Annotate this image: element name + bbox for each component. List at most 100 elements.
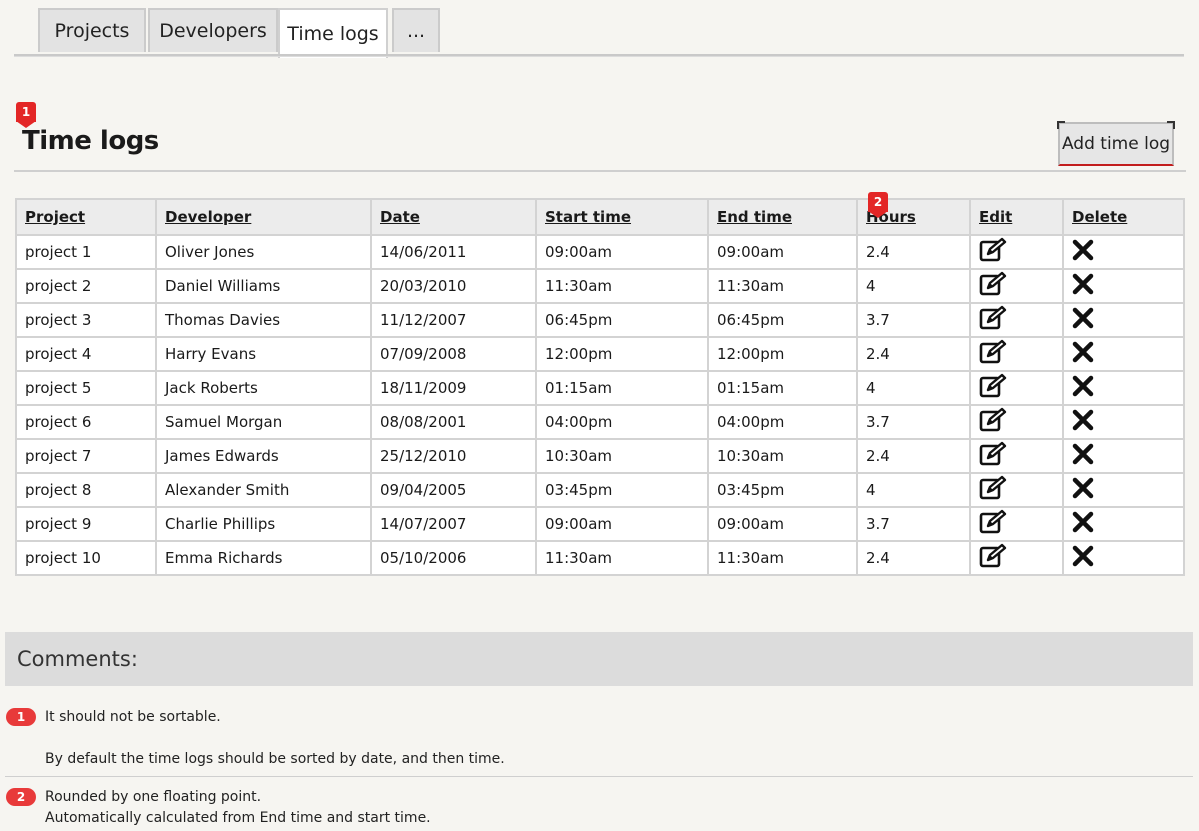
project-cell: project 9: [15, 506, 157, 542]
note-1-line-2: By default the time logs should be sorte…: [45, 751, 505, 767]
date-cell: 07/09/2008: [370, 336, 537, 372]
column-header-project[interactable]: Project: [15, 198, 157, 236]
edit-icon[interactable]: [979, 407, 1007, 433]
annotation-marker-2: 2: [868, 192, 888, 218]
close-icon[interactable]: [1072, 443, 1094, 465]
end-time-cell: 11:30am: [707, 268, 858, 304]
close-icon[interactable]: [1072, 375, 1094, 397]
close-icon[interactable]: [1072, 307, 1094, 329]
table-header-row: Project Developer Date Start time End ti…: [15, 198, 1185, 236]
start-time-cell: 01:15am: [535, 370, 709, 406]
project-cell: project 1: [15, 234, 157, 270]
close-icon[interactable]: [1072, 273, 1094, 295]
tab-developers[interactable]: Developers: [148, 8, 278, 52]
tab-bar: Projects Developers Time logs ...: [14, 8, 1184, 58]
heading-divider: [14, 170, 1186, 172]
note-divider: [5, 776, 1193, 777]
edit-icon[interactable]: [979, 373, 1007, 399]
hours-cell: 2.4: [856, 234, 971, 270]
project-cell: project 2: [15, 268, 157, 304]
end-time-cell: 09:00am: [707, 234, 858, 270]
close-icon[interactable]: [1072, 545, 1094, 567]
table-row: project 3 Thomas Davies 11/12/2007 06:45pm 0…: [15, 302, 1185, 338]
start-time-cell: 04:00pm: [535, 404, 709, 440]
close-icon[interactable]: [1072, 511, 1094, 533]
hours-cell: 2.4: [856, 336, 971, 372]
table-row: project 1 Oliver Jones 14/06/2011 09:00am 09…: [15, 234, 1185, 270]
column-header-delete[interactable]: Delete: [1062, 198, 1185, 236]
edit-cell: [969, 506, 1064, 542]
delete-cell: [1062, 336, 1185, 372]
start-time-cell: 06:45pm: [535, 302, 709, 338]
date-cell: 25/12/2010: [370, 438, 537, 474]
project-cell: project 10: [15, 540, 157, 576]
delete-cell: [1062, 540, 1185, 576]
hours-cell: 3.7: [856, 404, 971, 440]
edit-cell: [969, 472, 1064, 508]
edit-cell: [969, 302, 1064, 338]
edit-cell: [969, 404, 1064, 440]
tab-more[interactable]: ...: [392, 8, 440, 52]
table-row: project 4 Harry Evans 07/09/2008 12:00pm 12:…: [15, 336, 1185, 372]
column-header-start-time[interactable]: Start time: [535, 198, 709, 236]
table-body: project 1 Oliver Jones 14/06/2011 09:00am 09…: [15, 234, 1185, 576]
date-cell: 08/08/2001: [370, 404, 537, 440]
start-time-cell: 11:30am: [535, 268, 709, 304]
column-header-date[interactable]: Date: [370, 198, 537, 236]
close-icon[interactable]: [1072, 409, 1094, 431]
developer-cell: Daniel Williams: [155, 268, 372, 304]
date-cell: 14/06/2011: [370, 234, 537, 270]
delete-cell: [1062, 268, 1185, 304]
delete-cell: [1062, 234, 1185, 270]
edit-cell: [969, 370, 1064, 406]
comments-title: Comments:: [17, 647, 138, 671]
end-time-cell: 09:00am: [707, 506, 858, 542]
developer-cell: Oliver Jones: [155, 234, 372, 270]
tab-bar-divider: [14, 54, 1184, 57]
start-time-cell: 09:00am: [535, 234, 709, 270]
note-2-line-1: Rounded by one floating point.: [45, 789, 262, 805]
delete-cell: [1062, 438, 1185, 474]
table-row: project 10 Emma Richards 05/10/2006 11:30am…: [15, 540, 1185, 576]
project-cell: project 6: [15, 404, 157, 440]
edit-cell: [969, 234, 1064, 270]
edit-icon[interactable]: [979, 237, 1007, 263]
end-time-cell: 06:45pm: [707, 302, 858, 338]
note-number-badge: 2: [6, 788, 36, 806]
edit-icon[interactable]: [979, 441, 1007, 467]
column-header-developer[interactable]: Developer: [155, 198, 372, 236]
developer-cell: Harry Evans: [155, 336, 372, 372]
hours-cell: 2.4: [856, 438, 971, 474]
hours-cell: 4: [856, 268, 971, 304]
end-time-cell: 12:00pm: [707, 336, 858, 372]
edit-icon[interactable]: [979, 509, 1007, 535]
edit-icon[interactable]: [979, 543, 1007, 569]
edit-icon[interactable]: [979, 305, 1007, 331]
close-icon[interactable]: [1072, 341, 1094, 363]
edit-cell: [969, 438, 1064, 474]
delete-cell: [1062, 370, 1185, 406]
delete-cell: [1062, 302, 1185, 338]
project-cell: project 8: [15, 472, 157, 508]
time-logs-table: Project Developer Date Start time End ti…: [15, 198, 1185, 576]
comments-header: Comments:: [5, 632, 1193, 686]
close-icon[interactable]: [1072, 239, 1094, 261]
tab-time-logs[interactable]: Time logs: [278, 8, 388, 58]
date-cell: 14/07/2007: [370, 506, 537, 542]
start-time-cell: 03:45pm: [535, 472, 709, 508]
note-2-line-2: Automatically calculated from End time a…: [45, 810, 431, 826]
delete-cell: [1062, 404, 1185, 440]
add-time-log-button[interactable]: Add time log: [1057, 121, 1175, 166]
end-time-cell: 11:30am: [707, 540, 858, 576]
column-header-end-time[interactable]: End time: [707, 198, 858, 236]
hours-cell: 4: [856, 472, 971, 508]
date-cell: 09/04/2005: [370, 472, 537, 508]
edit-icon[interactable]: [979, 339, 1007, 365]
edit-icon[interactable]: [979, 271, 1007, 297]
edit-icon[interactable]: [979, 475, 1007, 501]
page-title: Time logs: [22, 126, 159, 156]
close-icon[interactable]: [1072, 477, 1094, 499]
edit-cell: [969, 268, 1064, 304]
column-header-edit[interactable]: Edit: [969, 198, 1064, 236]
tab-projects[interactable]: Projects: [38, 8, 146, 52]
